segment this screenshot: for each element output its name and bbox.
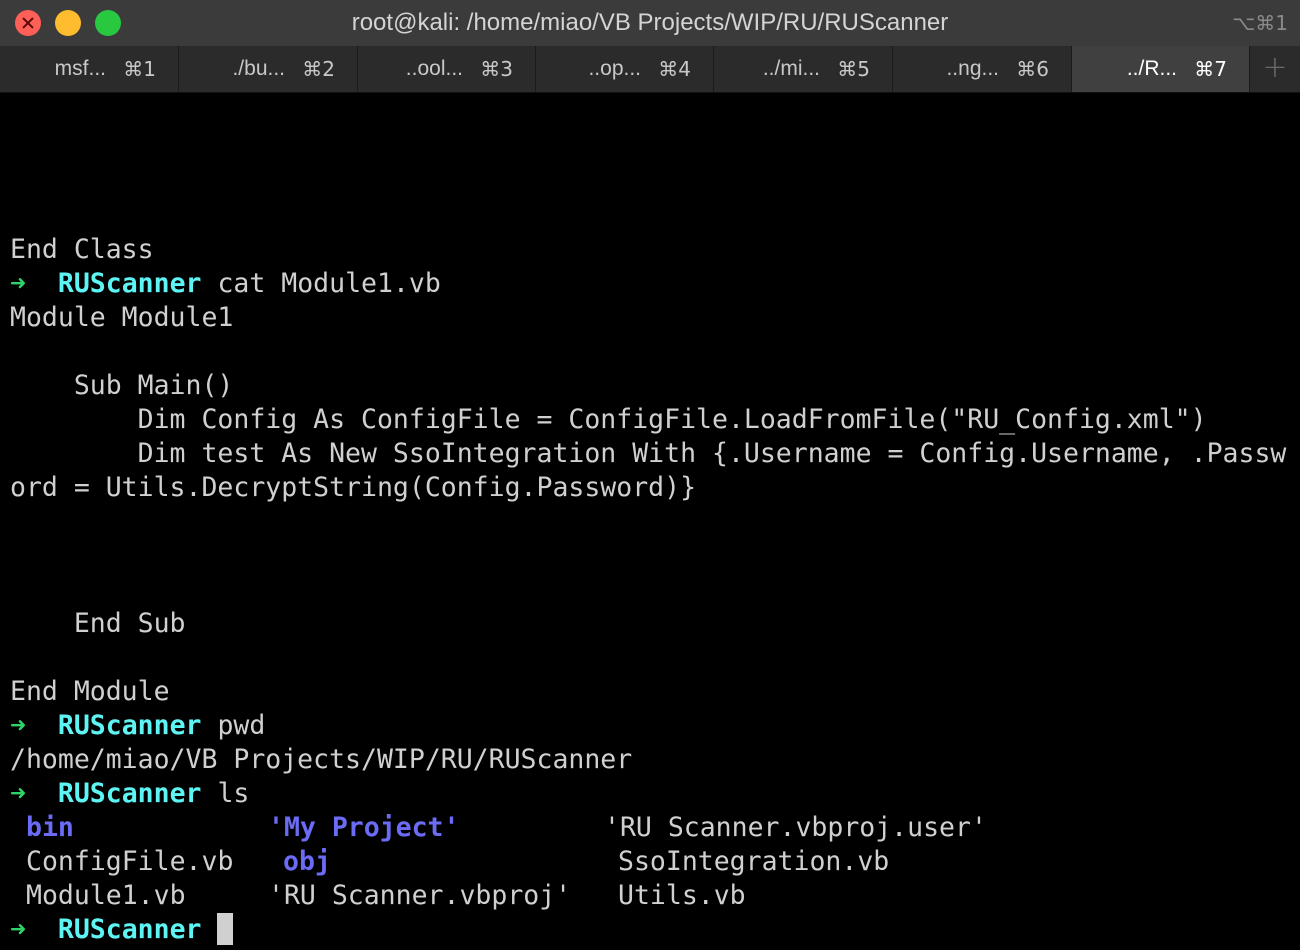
ls-entry-file: 'RU Scanner.vbproj'	[268, 880, 572, 911]
tab-label: ..op...	[588, 57, 641, 80]
prompt-dir: RUScanner	[57, 710, 202, 741]
prompt-arrow-icon: ➜	[10, 914, 26, 945]
tab-4[interactable]: ..op... ⌘4	[536, 46, 714, 92]
ls-entry-directory: obj	[283, 846, 331, 877]
tab-shortcut: ⌘6	[1016, 57, 1049, 81]
tab-1[interactable]: msf... ⌘1	[0, 46, 179, 92]
output-line: ord = Utils.DecryptString(Config.Passwor…	[10, 472, 697, 503]
output-line: Sub Main()	[10, 370, 234, 401]
tab-label: ../R...	[1126, 57, 1177, 80]
prompt-dir: RUScanner	[57, 914, 202, 945]
tab-bar: msf... ⌘1 ./bu... ⌘2 ..ool... ⌘3 ..op...…	[0, 46, 1300, 93]
tab-2[interactable]: ./bu... ⌘2	[179, 46, 358, 92]
text-cursor	[217, 912, 234, 945]
tab-label: ./bu...	[232, 57, 285, 80]
output-line: End Class	[10, 234, 154, 265]
tab-shortcut: ⌘4	[658, 57, 691, 81]
ls-entry-directory: 'My Project'	[268, 812, 460, 843]
command-text: ls	[217, 778, 250, 809]
ls-entry-file: Module1.vb	[26, 880, 186, 911]
tab-5[interactable]: ../mi... ⌘5	[714, 46, 893, 92]
tab-shortcut: ⌘5	[837, 57, 870, 81]
ls-entry-directory: bin	[26, 812, 74, 843]
prompt-line: ➜ RUScanner ls	[10, 777, 249, 811]
tab-label: ..ool...	[405, 57, 463, 80]
output-line: Dim test As New SsoIntegration With {.Us…	[10, 438, 1287, 469]
terminal-output[interactable]: End Class ➜ RUScanner cat Module1.vb Mod…	[0, 93, 1300, 950]
prompt-line[interactable]: ➜ RUScanner	[10, 912, 234, 947]
new-tab-icon[interactable]: +	[1250, 46, 1300, 92]
tab-shortcut: ⌘7	[1194, 57, 1227, 81]
window-shortcut: ⌥⌘1	[1232, 11, 1288, 35]
tab-label: ../mi...	[762, 57, 820, 80]
title-bar[interactable]: root@kali: /home/miao/VB Projects/WIP/RU…	[0, 0, 1300, 46]
tab-label: ..ng...	[946, 57, 999, 80]
output-line: End Module	[10, 676, 170, 707]
window-title: root@kali: /home/miao/VB Projects/WIP/RU…	[351, 9, 949, 36]
prompt-dir: RUScanner	[57, 268, 202, 299]
tab-label: msf...	[54, 57, 106, 80]
output-line: Dim Config As ConfigFile = ConfigFile.Lo…	[10, 404, 1207, 435]
tab-shortcut: ⌘1	[123, 57, 156, 81]
tab-shortcut: ⌘3	[480, 57, 513, 81]
ls-entry-file: Utils.vb	[618, 880, 746, 911]
output-line: Module Module1	[10, 302, 234, 333]
prompt-arrow-icon: ➜	[10, 778, 26, 809]
ls-entry-file: 'RU Scanner.vbproj.user'	[604, 812, 987, 843]
tab-7[interactable]: ../R... ⌘7	[1072, 46, 1250, 92]
output-line: End Sub	[10, 608, 186, 639]
terminal-window: root@kali: /home/miao/VB Projects/WIP/RU…	[0, 0, 1300, 950]
prompt-arrow-icon: ➜	[10, 710, 26, 741]
tab-6[interactable]: ..ng... ⌘6	[893, 46, 1072, 92]
prompt-dir: RUScanner	[57, 778, 202, 809]
output-line: /home/miao/VB Projects/WIP/RU/RUScanner	[10, 744, 633, 775]
prompt-line: ➜ RUScanner cat Module1.vb	[10, 267, 441, 301]
prompt-line: ➜ RUScanner pwd	[10, 709, 265, 743]
ls-entry-file: SsoIntegration.vb	[618, 846, 890, 877]
command-text: cat Module1.vb	[217, 268, 441, 299]
tab-shortcut: ⌘2	[302, 57, 335, 81]
tab-3[interactable]: ..ool... ⌘3	[358, 46, 536, 92]
command-text: pwd	[217, 710, 266, 741]
ls-entry-file: ConfigFile.vb	[26, 846, 234, 877]
prompt-arrow-icon: ➜	[10, 268, 26, 299]
